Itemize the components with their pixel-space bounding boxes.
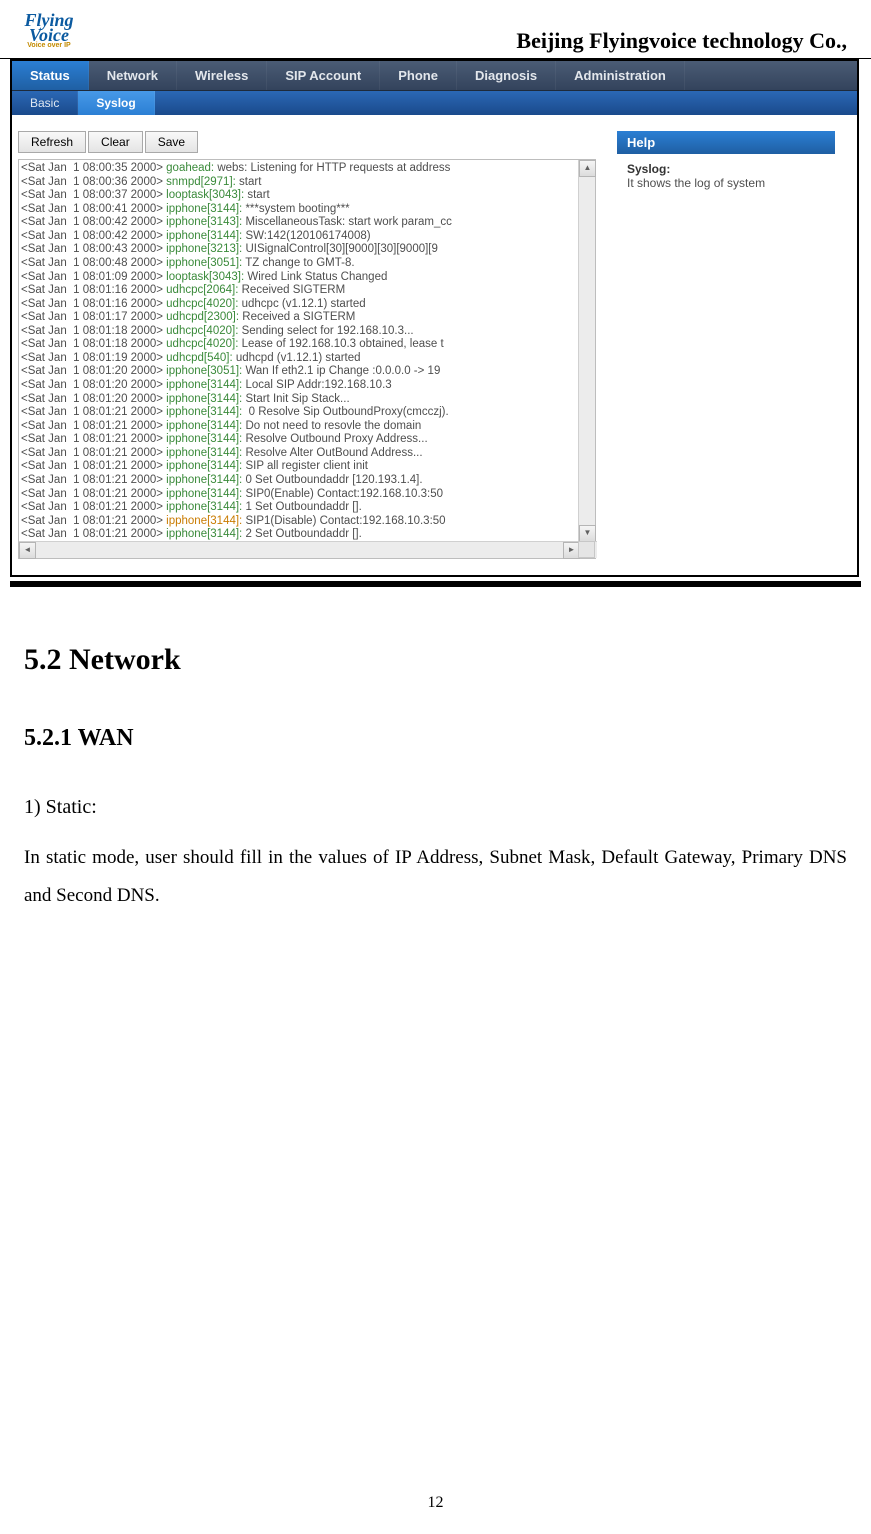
- horizontal-scrollbar[interactable]: ◄ ►: [19, 541, 597, 558]
- syslog-line: <Sat Jan 1 08:01:21 2000> ipphone[3144]:…: [21, 528, 579, 540]
- syslog-line: <Sat Jan 1 08:01:18 2000> udhcpc[4020]: …: [21, 325, 579, 339]
- divider-bar: [10, 581, 861, 587]
- syslog-line: <Sat Jan 1 08:01:19 2000> udhcpd[540]: u…: [21, 352, 579, 366]
- syslog-line: <Sat Jan 1 08:01:18 2000> udhcpc[4020]: …: [21, 338, 579, 352]
- tab-status[interactable]: Status: [12, 61, 89, 90]
- syslog-line: <Sat Jan 1 08:01:17 2000> udhcpd[2300]: …: [21, 311, 579, 325]
- syslog-line: <Sat Jan 1 08:00:35 2000> goahead: webs:…: [21, 162, 579, 176]
- syslog-line: <Sat Jan 1 08:01:16 2000> udhcpc[4020]: …: [21, 298, 579, 312]
- syslog-line: <Sat Jan 1 08:00:41 2000> ipphone[3144]:…: [21, 203, 579, 217]
- logo-sub: Voice over IP: [27, 42, 70, 49]
- embedded-screenshot: Status Network Wireless SIP Account Phon…: [10, 59, 859, 577]
- clear-button[interactable]: Clear: [88, 131, 143, 153]
- tab-administration[interactable]: Administration: [556, 61, 685, 90]
- syslog-line: <Sat Jan 1 08:01:21 2000> ipphone[3144]:…: [21, 433, 579, 447]
- help-text: It shows the log of system: [627, 176, 825, 190]
- sub-tabs: Basic Syslog: [12, 91, 857, 115]
- save-button[interactable]: Save: [145, 131, 198, 153]
- syslog-line: <Sat Jan 1 08:00:37 2000> looptask[3043]…: [21, 189, 579, 203]
- syslog-line: <Sat Jan 1 08:00:36 2000> snmpd[2971]: s…: [21, 176, 579, 190]
- subtab-basic[interactable]: Basic: [12, 91, 78, 115]
- subtab-syslog[interactable]: Syslog: [78, 91, 154, 115]
- help-label: Syslog:: [627, 162, 825, 176]
- tab-network[interactable]: Network: [89, 61, 177, 90]
- syslog-line: <Sat Jan 1 08:01:21 2000> ipphone[3144]:…: [21, 501, 579, 515]
- syslog-line: <Sat Jan 1 08:00:42 2000> ipphone[3144]:…: [21, 230, 579, 244]
- syslog-line: <Sat Jan 1 08:00:43 2000> ipphone[3213]:…: [21, 243, 579, 257]
- scroll-corner: [578, 541, 595, 558]
- company-name: Beijing Flyingvoice technology Co.,: [516, 28, 847, 56]
- syslog-line: <Sat Jan 1 08:01:20 2000> ipphone[3051]:…: [21, 365, 579, 379]
- section-heading: 5.2 Network: [24, 643, 847, 677]
- syslog-line: <Sat Jan 1 08:01:21 2000> ipphone[3144]:…: [21, 474, 579, 488]
- refresh-button[interactable]: Refresh: [18, 131, 86, 153]
- syslog-line: <Sat Jan 1 08:01:21 2000> ipphone[3144]:…: [21, 460, 579, 474]
- help-panel-body: Syslog: It shows the log of system: [617, 154, 835, 198]
- help-panel-header: Help: [617, 131, 835, 154]
- syslog-line: <Sat Jan 1 08:01:21 2000> ipphone[3144]:…: [21, 488, 579, 502]
- syslog-line: <Sat Jan 1 08:01:20 2000> ipphone[3144]:…: [21, 379, 579, 393]
- scroll-left-icon[interactable]: ◄: [19, 542, 36, 559]
- vertical-scrollbar[interactable]: ▲ ▼: [578, 160, 595, 542]
- syslog-line: <Sat Jan 1 08:01:21 2000> ipphone[3144]:…: [21, 515, 579, 529]
- logo: Flying Voice Voice over IP: [14, 6, 84, 56]
- tab-diagnosis[interactable]: Diagnosis: [457, 61, 556, 90]
- syslog-line: <Sat Jan 1 08:01:21 2000> ipphone[3144]:…: [21, 447, 579, 461]
- syslog-line: <Sat Jan 1 08:01:21 2000> ipphone[3144]:…: [21, 406, 579, 420]
- tab-sip-account[interactable]: SIP Account: [267, 61, 380, 90]
- scroll-up-icon[interactable]: ▲: [579, 160, 596, 177]
- page-header: Flying Voice Voice over IP Beijing Flyin…: [0, 0, 871, 59]
- syslog-line: <Sat Jan 1 08:00:48 2000> ipphone[3051]:…: [21, 257, 579, 271]
- logo-line2: Voice: [29, 28, 69, 42]
- tab-phone[interactable]: Phone: [380, 61, 457, 90]
- syslog-line: <Sat Jan 1 08:01:16 2000> udhcpc[2064]: …: [21, 284, 579, 298]
- scroll-down-icon[interactable]: ▼: [579, 525, 596, 542]
- syslog-line: <Sat Jan 1 08:01:09 2000> looptask[3043]…: [21, 271, 579, 285]
- syslog-textarea[interactable]: <Sat Jan 1 08:00:35 2000> goahead: webs:…: [18, 159, 596, 559]
- button-row: Refresh Clear Save: [18, 131, 607, 153]
- subsection-heading: 5.2.1 WAN: [24, 725, 847, 752]
- syslog-line: <Sat Jan 1 08:01:20 2000> ipphone[3144]:…: [21, 393, 579, 407]
- syslog-line: <Sat Jan 1 08:01:21 2000> ipphone[3144]:…: [21, 420, 579, 434]
- syslog-line: <Sat Jan 1 08:00:42 2000> ipphone[3143]:…: [21, 216, 579, 230]
- tab-wireless[interactable]: Wireless: [177, 61, 267, 90]
- page-number: 12: [0, 1494, 871, 1512]
- main-tabs: Status Network Wireless SIP Account Phon…: [12, 61, 857, 91]
- item-heading: 1) Static:: [24, 796, 847, 819]
- paragraph: In static mode, user should fill in the …: [24, 839, 847, 915]
